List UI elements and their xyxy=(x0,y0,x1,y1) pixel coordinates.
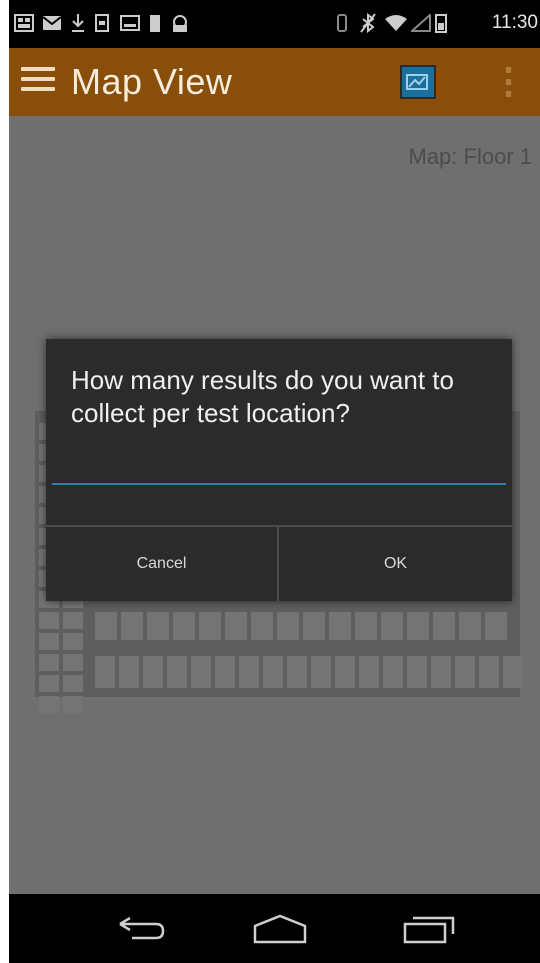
hamburger-menu-icon[interactable] xyxy=(21,67,55,97)
phone-screen: 11:30 Map View Map: Floor 1 How many res… xyxy=(9,0,540,963)
sim-card-icon xyxy=(13,13,35,33)
ok-button[interactable]: OK xyxy=(279,527,512,601)
navigation-bar xyxy=(9,894,540,963)
image-icon xyxy=(119,13,141,33)
status-bar: 11:30 xyxy=(9,0,540,48)
signal-icon xyxy=(410,13,432,33)
wifi-icon xyxy=(383,13,409,33)
recent-apps-icon[interactable] xyxy=(379,894,479,963)
download-icon xyxy=(69,13,87,33)
cancel-button[interactable]: Cancel xyxy=(46,527,277,601)
dialog-message: How many results do you want to collect … xyxy=(71,365,454,428)
action-bar: Map View xyxy=(9,48,540,116)
bluetooth-off-icon xyxy=(359,13,377,33)
battery-full-icon xyxy=(147,13,163,33)
results-count-dialog: How many results do you want to collect … xyxy=(46,339,512,601)
vibrate-icon xyxy=(335,13,349,33)
home-icon[interactable] xyxy=(230,894,330,963)
page-title: Map View xyxy=(71,61,233,102)
battery-icon xyxy=(433,13,449,33)
android-debug-icon xyxy=(169,13,191,33)
back-icon[interactable] xyxy=(91,894,191,963)
map-action-icon[interactable] xyxy=(400,65,436,99)
results-count-input[interactable] xyxy=(52,451,506,485)
status-time: 11:30 xyxy=(491,12,538,33)
overflow-menu-icon[interactable] xyxy=(506,67,512,97)
mail-icon xyxy=(41,13,63,33)
sim-icon xyxy=(93,13,111,33)
